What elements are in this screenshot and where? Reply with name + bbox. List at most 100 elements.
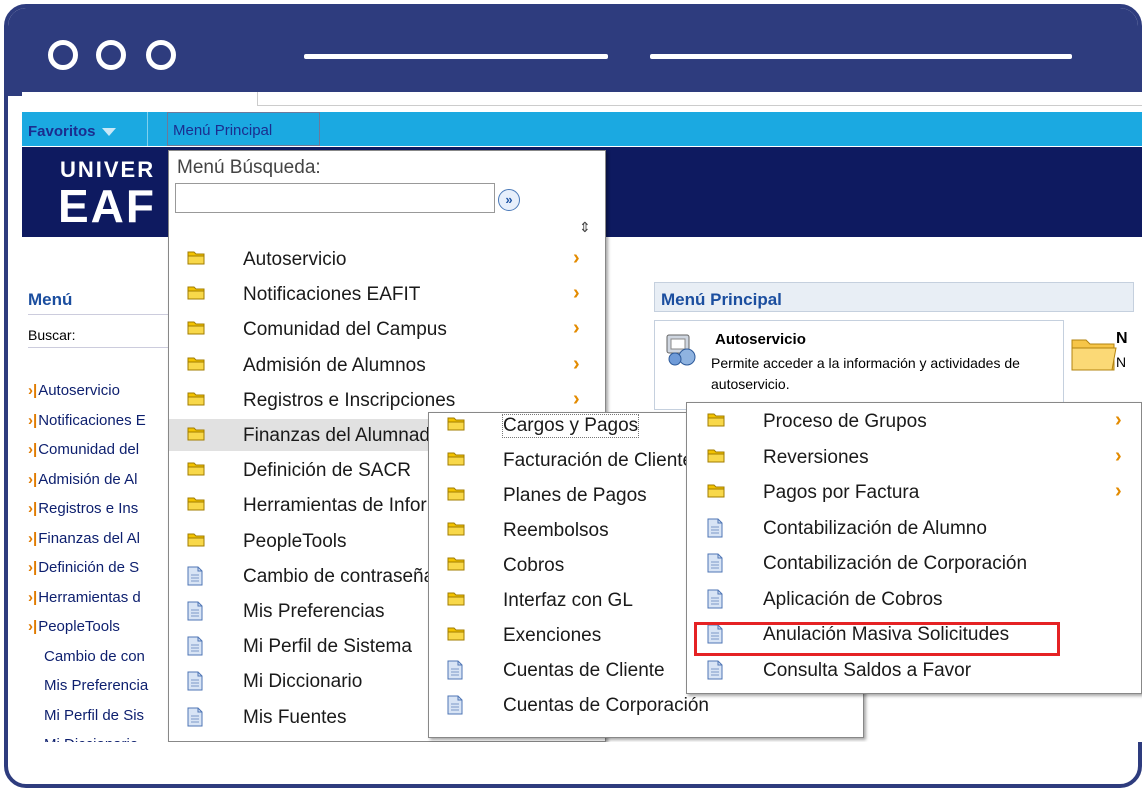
menu-item-label[interactable]: Cambio de contraseña: [243, 566, 434, 588]
left-nav-label[interactable]: Finanzas del Al: [38, 530, 140, 547]
left-nav-label[interactable]: Mi Diccionario: [44, 736, 138, 742]
menu-item-label[interactable]: Planes de Pagos: [503, 485, 647, 507]
nav-divider: [147, 112, 148, 146]
menu-item-label[interactable]: Proceso de Grupos: [763, 411, 927, 433]
menu-item-label[interactable]: Mi Perfil de Sistema: [243, 636, 412, 658]
chevron-right-icon[interactable]: ›: [1115, 445, 1122, 468]
menu-item-label[interactable]: Definición de SACR: [243, 460, 411, 482]
left-nav-label[interactable]: PeopleTools: [38, 618, 120, 635]
left-nav-label[interactable]: Definición de S: [38, 559, 139, 576]
menu-item-label[interactable]: Registros e Inscripciones: [243, 390, 455, 412]
chevron-right-icon[interactable]: ›: [1115, 409, 1122, 432]
chevron-right-icon: ›|: [28, 500, 38, 517]
left-nav-item[interactable]: Cambio de con: [44, 648, 145, 665]
autoservicio-title[interactable]: Autoservicio: [715, 331, 806, 348]
menu-item[interactable]: Notificaciones EAFIT ›: [169, 278, 605, 310]
menu-item-label[interactable]: Admisión de Alumnos: [243, 355, 426, 377]
main-menu-tab[interactable]: Menú Principal: [167, 112, 320, 146]
menu-item-label[interactable]: Interfaz con GL: [503, 590, 633, 612]
menu-item-label[interactable]: Contabilización de Alumno: [763, 518, 987, 540]
menu-item-label[interactable]: Mi Diccionario: [243, 671, 362, 693]
menu-item-label[interactable]: Mis Preferencias: [243, 601, 385, 623]
chevron-right-icon[interactable]: ›: [573, 282, 580, 305]
menu-item[interactable]: Admisión de Alumnos ›: [169, 349, 605, 381]
menu-item[interactable]: Reversiones ›: [687, 441, 1141, 473]
left-nav-item[interactable]: ›|Autoservicio: [28, 382, 120, 399]
left-nav-item[interactable]: Mis Preferencia: [44, 677, 148, 694]
search-go-button[interactable]: »: [498, 189, 520, 211]
menu-item[interactable]: Autoservicio ›: [169, 243, 605, 275]
left-nav-label[interactable]: Mis Preferencia: [44, 677, 148, 694]
menu-item[interactable]: Contabilización de Alumno: [687, 512, 1141, 544]
menu-search-input[interactable]: [175, 183, 495, 213]
menu-item-label[interactable]: Consulta Saldos a Favor: [763, 660, 971, 682]
caret-down-icon[interactable]: [101, 128, 116, 137]
menu-item-label[interactable]: Reversiones: [763, 447, 869, 469]
menu-item[interactable]: Contabilización de Corporación: [687, 547, 1141, 579]
menu-item-label[interactable]: Autoservicio: [243, 249, 347, 271]
menu-item-label[interactable]: Cobros: [503, 555, 564, 577]
menu-item[interactable]: Proceso de Grupos ›: [687, 405, 1141, 437]
menu-item[interactable]: Aplicación de Cobros: [687, 583, 1141, 615]
menu-item-label[interactable]: Cargos y Pagos: [501, 414, 640, 438]
window-dot-1[interactable]: [48, 40, 78, 70]
folder-icon: [1071, 339, 1117, 371]
menu-item[interactable]: Consulta Saldos a Favor: [687, 654, 1141, 686]
menu-item-label[interactable]: PeopleTools: [243, 531, 347, 553]
menu-item[interactable]: Pagos por Factura ›: [687, 476, 1141, 508]
menu-item-label[interactable]: Comunidad del Campus: [243, 319, 447, 341]
left-nav-label[interactable]: Herramientas d: [38, 589, 141, 606]
window-dot-2[interactable]: [96, 40, 126, 70]
main-menu-panel-title: Menú Principal: [661, 290, 782, 309]
chevron-right-icon[interactable]: ›: [573, 388, 580, 411]
menu-item-label[interactable]: Cuentas de Cliente: [503, 660, 665, 682]
chevron-right-icon: ›|: [28, 411, 38, 429]
sort-icon[interactable]: ⇕: [579, 219, 591, 236]
menu-item-label[interactable]: Contabilización de Corporación: [763, 553, 1027, 575]
left-nav-label[interactable]: Notificaciones E: [38, 412, 146, 429]
chevron-right-icon[interactable]: ›: [573, 353, 580, 376]
left-nav-item[interactable]: ›|Definición de S: [28, 559, 139, 576]
folder-icon: [447, 555, 465, 571]
favorites-label[interactable]: Favoritos: [28, 123, 96, 140]
chevron-right-icon: ›|: [28, 588, 38, 606]
menu-item-label[interactable]: Pagos por Factura: [763, 482, 919, 504]
menu-item-label[interactable]: Notificaciones EAFIT: [243, 284, 420, 306]
left-nav-item[interactable]: ›|Comunidad del: [28, 441, 139, 458]
window-dot-3[interactable]: [146, 40, 176, 70]
menu-item-label[interactable]: Reembolsos: [503, 520, 609, 542]
left-nav-label[interactable]: Registros e Ins: [38, 500, 138, 517]
menu-item-label[interactable]: Facturación de Clientes: [503, 450, 703, 472]
autoservicio-card[interactable]: Autoservicio Permite acceder a la inform…: [654, 320, 1064, 410]
left-nav-item[interactable]: Mi Diccionario: [44, 736, 138, 742]
left-nav-item[interactable]: ›|PeopleTools: [28, 618, 120, 635]
menu-item-label[interactable]: Mis Fuentes: [243, 707, 346, 729]
page-icon: [187, 671, 205, 691]
folder-icon: [447, 450, 465, 466]
right-card-title[interactable]: N: [1116, 330, 1128, 348]
menu-search-label: Menú Búsqueda:: [177, 157, 321, 178]
left-nav-item[interactable]: ›|Herramientas d: [28, 589, 141, 606]
left-nav-label[interactable]: Autoservicio: [38, 382, 120, 399]
folder-icon: [187, 355, 205, 371]
chevron-right-icon: ›|: [28, 470, 38, 488]
menu-item-label[interactable]: Finanzas del Alumnado: [243, 425, 441, 447]
left-nav-label[interactable]: Comunidad del: [38, 441, 139, 458]
menu-item[interactable]: Comunidad del Campus ›: [169, 313, 605, 345]
left-nav-item[interactable]: ›|Notificaciones E: [28, 412, 146, 429]
chevron-right-icon[interactable]: ›: [573, 247, 580, 270]
left-nav-label[interactable]: Cambio de con: [44, 648, 145, 665]
left-nav-label[interactable]: Admisión de Al: [38, 471, 137, 488]
menu-item-label[interactable]: Aplicación de Cobros: [763, 589, 943, 611]
left-nav-label[interactable]: Mi Perfil de Sis: [44, 707, 144, 724]
favorites-menu[interactable]: Favoritos: [28, 123, 116, 140]
menu-item-label[interactable]: Exenciones: [503, 625, 601, 647]
left-nav-item[interactable]: ›|Finanzas del Al: [28, 530, 140, 547]
left-nav-item[interactable]: ›|Admisión de Al: [28, 471, 137, 488]
menu-item-label[interactable]: Cuentas de Corporación: [503, 695, 709, 717]
left-nav-item[interactable]: ›|Registros e Ins: [28, 500, 138, 517]
chevron-right-icon[interactable]: ›: [573, 317, 580, 340]
left-nav-item[interactable]: Mi Perfil de Sis: [44, 707, 144, 724]
page-icon: [707, 589, 725, 608]
chevron-right-icon[interactable]: ›: [1115, 480, 1122, 503]
